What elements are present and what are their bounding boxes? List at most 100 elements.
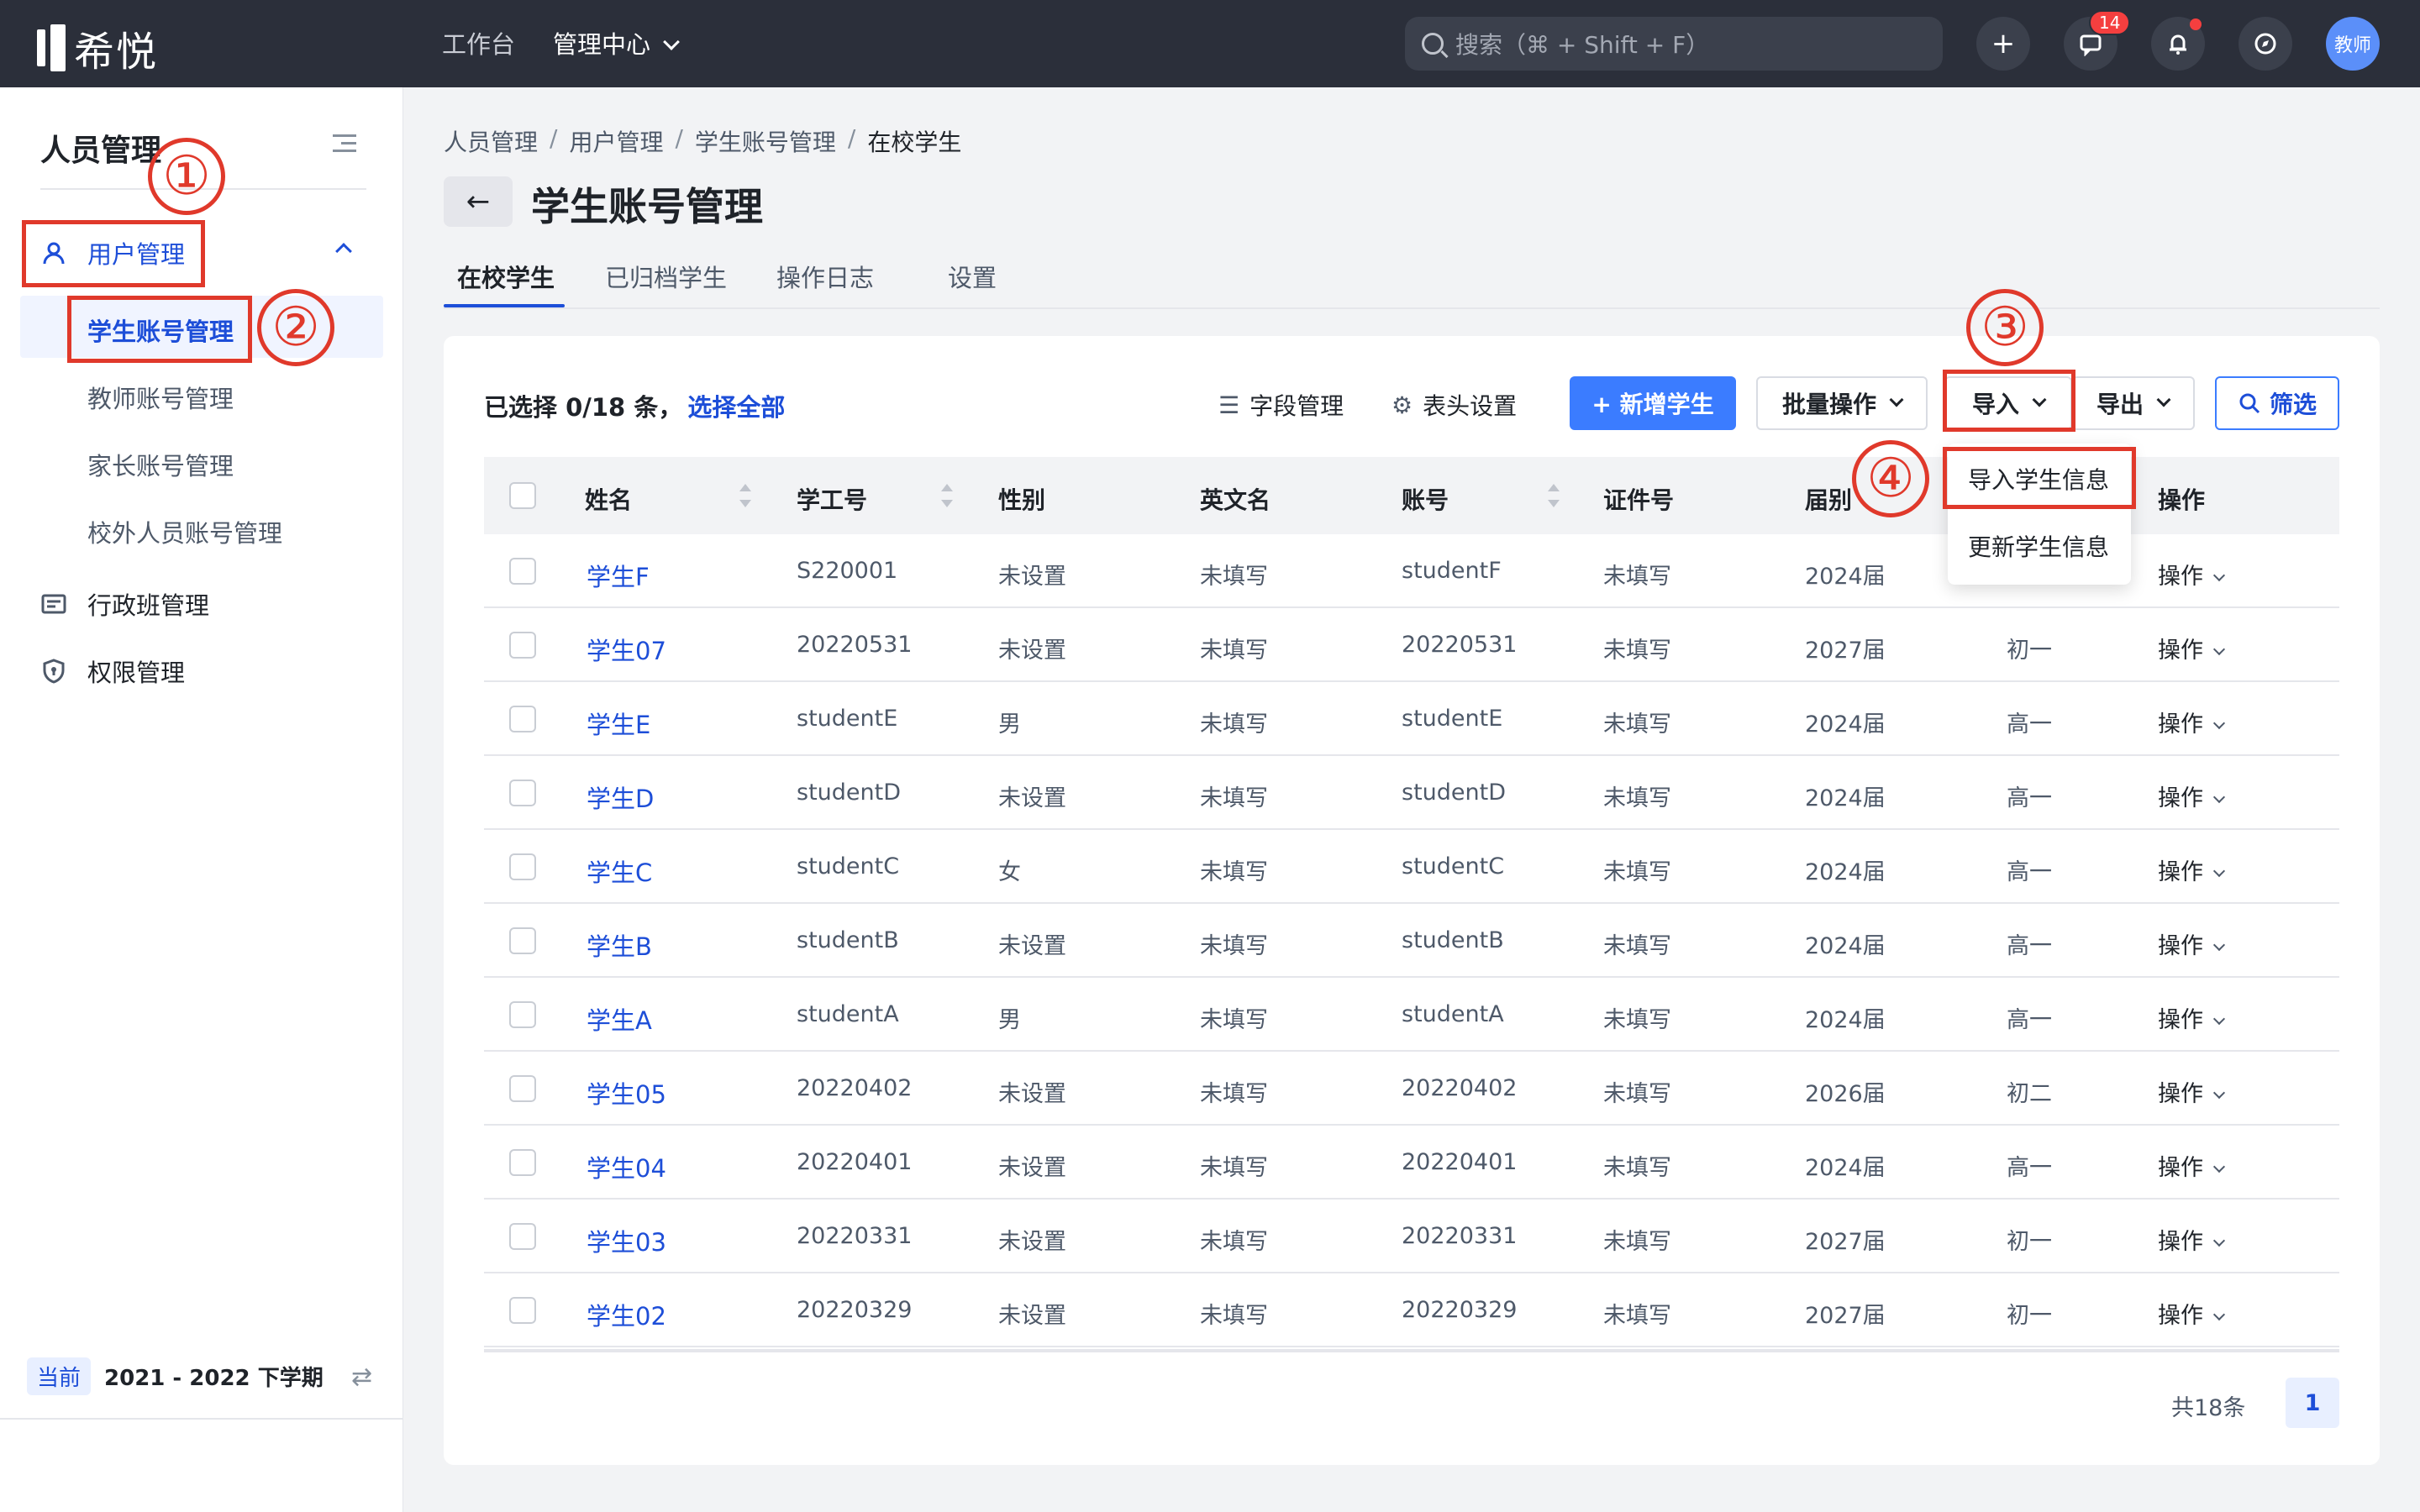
table-row: 学生D studentD 未设置 未填写 studentD 未填写 2024届 …	[484, 756, 2339, 830]
cell-grade: 高一	[2007, 1007, 2052, 1033]
cell-cohort: 2024届	[1805, 711, 1886, 738]
export-button[interactable]: 导出	[2072, 376, 2195, 430]
row-actions-dropdown[interactable]: 操作	[2158, 632, 2226, 664]
cell-english-name: 未填写	[1200, 1229, 1268, 1255]
tab-settings[interactable]: 设置	[948, 259, 997, 294]
sidebar-item-external-accounts[interactable]: 校外人员账号管理	[87, 514, 282, 549]
help-button[interactable]	[2238, 17, 2292, 71]
add-student-button[interactable]: + 新增学生	[1570, 376, 1736, 430]
cell-english-name: 未填写	[1200, 711, 1268, 738]
row-checkbox[interactable]	[509, 1075, 536, 1102]
tab-archived-students[interactable]: 已归档学生	[605, 259, 727, 294]
row-checkbox[interactable]	[509, 1149, 536, 1176]
notifications-button[interactable]	[2151, 17, 2205, 71]
student-name-link[interactable]: 学生A	[587, 1001, 652, 1037]
cell-account: studentD	[1402, 780, 1507, 806]
back-button[interactable]: ←	[444, 176, 513, 227]
tab-operation-log[interactable]: 操作日志	[776, 259, 874, 294]
sort-icon[interactable]	[738, 484, 751, 507]
term-selector[interactable]: 当前 2021 - 2022 下学期	[27, 1357, 324, 1395]
chevron-down-icon	[2212, 1234, 2226, 1247]
select-all-link[interactable]: 选择全部	[687, 393, 785, 422]
swap-icon[interactable]: ⇄	[351, 1362, 372, 1392]
update-student-info-option[interactable]: 更新学生信息	[1968, 529, 2109, 563]
cell-gender: 未设置	[998, 1155, 1066, 1181]
messages-button[interactable]: 14	[2064, 10, 2131, 71]
student-name-link[interactable]: 学生F	[587, 558, 650, 593]
global-search-input[interactable]: 搜索（⌘ + Shift + F）	[1405, 17, 1943, 71]
sidebar-item-class-management[interactable]: 行政班管理	[40, 586, 209, 622]
select-all-checkbox[interactable]	[509, 482, 536, 509]
cell-student-id: 20220402	[797, 1075, 913, 1101]
sidebar-item-parent-accounts[interactable]: 家长账号管理	[87, 447, 234, 482]
batch-ops-button[interactable]: 批量操作	[1756, 376, 1928, 430]
row-actions-dropdown[interactable]: 操作	[2158, 927, 2226, 960]
nav-admin-center[interactable]: 管理中心	[553, 25, 680, 60]
row-checkbox[interactable]	[509, 1223, 536, 1250]
cell-cohort: 2027届	[1805, 638, 1886, 664]
student-name-link[interactable]: 学生04	[587, 1149, 666, 1184]
row-checkbox[interactable]	[509, 853, 536, 880]
row-actions-dropdown[interactable]: 操作	[2158, 706, 2226, 738]
sidebar-item-teacher-accounts[interactable]: 教师账号管理	[87, 380, 234, 415]
header-settings-button[interactable]: ⚙ 表头设置	[1392, 388, 1517, 422]
sidebar-item-permissions[interactable]: 权限管理	[40, 654, 185, 689]
row-checkbox[interactable]	[509, 780, 536, 806]
row-actions-label: 操作	[2158, 785, 2203, 811]
tab-current-students[interactable]: 在校学生	[457, 259, 555, 294]
table-scrollbar[interactable]	[484, 1349, 2339, 1352]
row-actions-dropdown[interactable]: 操作	[2158, 558, 2226, 591]
row-actions-dropdown[interactable]: 操作	[2158, 1297, 2226, 1330]
chevron-up-icon[interactable]	[335, 243, 352, 260]
row-actions-dropdown[interactable]: 操作	[2158, 1149, 2226, 1182]
student-name-link[interactable]: 学生D	[587, 780, 654, 815]
chevron-down-icon	[2212, 717, 2226, 730]
row-checkbox[interactable]	[509, 632, 536, 659]
nav-workbench[interactable]: 工作台	[442, 25, 515, 60]
row-checkbox[interactable]	[509, 1297, 536, 1324]
field-manage-button[interactable]: ☰ 字段管理	[1218, 388, 1344, 422]
student-name-link[interactable]: 学生B	[587, 927, 652, 963]
cell-cohort: 2027届	[1805, 1229, 1886, 1255]
row-checkbox[interactable]	[509, 1001, 536, 1028]
row-actions-dropdown[interactable]: 操作	[2158, 1223, 2226, 1256]
row-actions-label: 操作	[2158, 859, 2203, 885]
cell-student-id: 20220531	[797, 632, 913, 658]
add-button[interactable]: +	[1976, 17, 2030, 71]
breadcrumb-item[interactable]: 人员管理	[444, 124, 538, 158]
avatar[interactable]: 教师	[2326, 17, 2380, 71]
row-actions-dropdown[interactable]: 操作	[2158, 853, 2226, 886]
app-logo[interactable]: 希悦	[37, 18, 158, 77]
filter-button[interactable]: 筛选	[2215, 376, 2339, 430]
cell-gender: 女	[998, 859, 1021, 885]
cell-gender: 未设置	[998, 564, 1066, 590]
table-row: 学生02 20220329 未设置 未填写 20220329 未填写 2027届…	[484, 1273, 2339, 1347]
student-name-link[interactable]: 学生C	[587, 853, 652, 889]
student-name-link[interactable]: 学生02	[587, 1297, 666, 1332]
breadcrumb-item[interactable]: 用户管理	[569, 124, 663, 158]
shield-icon	[43, 659, 65, 684]
logo-icon	[37, 24, 66, 71]
cell-english-name: 未填写	[1200, 1007, 1268, 1033]
row-actions-dropdown[interactable]: 操作	[2158, 1075, 2226, 1108]
row-checkbox[interactable]	[509, 558, 536, 585]
row-checkbox[interactable]	[509, 706, 536, 732]
collapse-menu-icon[interactable]	[333, 134, 356, 153]
cell-grade: 高一	[2007, 1155, 2052, 1181]
student-name-link[interactable]: 学生05	[587, 1075, 666, 1110]
pagination-page-1[interactable]: 1	[2286, 1378, 2339, 1428]
sort-icon[interactable]	[1546, 484, 1560, 507]
sidebar-item-label: 权限管理	[87, 659, 186, 687]
cell-id-number: 未填写	[1603, 711, 1671, 738]
row-actions-dropdown[interactable]: 操作	[2158, 780, 2226, 812]
sort-icon[interactable]	[939, 484, 953, 507]
row-actions-dropdown[interactable]: 操作	[2158, 1001, 2226, 1034]
student-name-link[interactable]: 学生07	[587, 632, 666, 667]
student-name-link[interactable]: 学生E	[587, 706, 650, 741]
row-checkbox[interactable]	[509, 927, 536, 954]
chevron-down-icon	[2212, 1086, 2226, 1100]
plus-icon: +	[1991, 27, 2016, 60]
annotation-number-1: ①	[148, 138, 225, 215]
breadcrumb-item[interactable]: 学生账号管理	[695, 124, 836, 158]
student-name-link[interactable]: 学生03	[587, 1223, 666, 1258]
